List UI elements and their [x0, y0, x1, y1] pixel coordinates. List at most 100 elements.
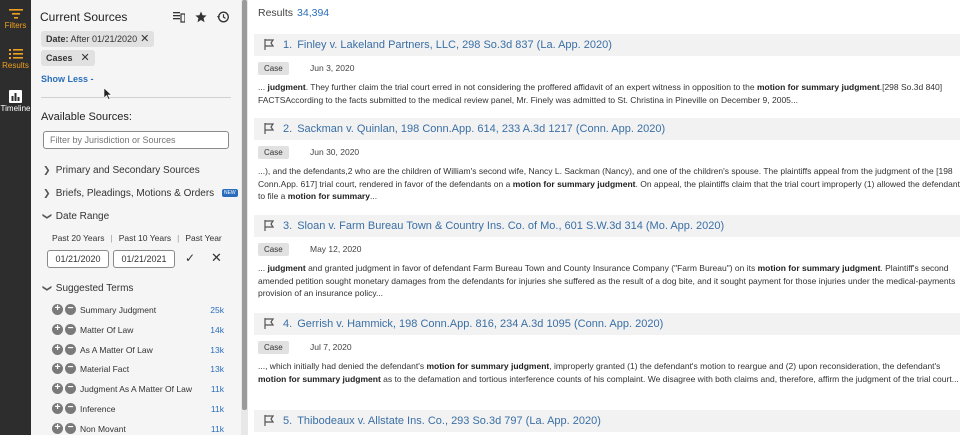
add-term-plus-icon[interactable]: + — [52, 304, 63, 315]
term-count: 25k — [210, 305, 224, 315]
result-snippet: ... judgment. They further claim the tri… — [258, 82, 943, 105]
result-title[interactable]: Sackman v. Quinlan, 198 Conn.App. 614, 2… — [297, 123, 665, 135]
add-term-plus-icon[interactable]: + — [52, 383, 63, 395]
exclude-term-minus-icon[interactable]: − — [65, 422, 76, 434]
flag-icon[interactable] — [264, 415, 274, 426]
new-badge: NEW — [221, 189, 238, 198]
result-date: Jul 7, 2020 — [310, 342, 352, 352]
term-name[interactable]: Material Fact — [80, 364, 129, 374]
flag-icon[interactable] — [264, 220, 274, 231]
term-count: 13k — [210, 364, 224, 375]
clear-filters-icon[interactable] — [173, 10, 186, 23]
rail-filters-label: Filters — [4, 21, 27, 30]
accordion-briefs[interactable]: ❯ Briefs, Pleadings, Motions & Orders NE… — [43, 188, 238, 199]
accordion-label: Date Range — [55, 211, 110, 222]
show-less-link[interactable]: Show Less - — [41, 74, 94, 84]
add-term-plus-icon[interactable]: + — [52, 323, 63, 335]
rail-timeline[interactable]: Timeline — [0, 90, 31, 130]
remove-date-filter-icon[interactable]: ✕ — [140, 31, 149, 47]
term-name[interactable]: Non Movant — [80, 424, 126, 434]
rail-results[interactable]: Results — [0, 48, 31, 88]
result-date: Jun 3, 2020 — [310, 63, 355, 73]
list-icon — [8, 49, 23, 59]
term-row: + − Summary Judgment 25k — [52, 302, 224, 322]
result-title[interactable]: Finley v. Lakeland Partners, LLC, 298 So… — [297, 39, 612, 51]
result-type-badge: Case — [258, 243, 289, 256]
result-title-link[interactable]: 3. Sloan v. Farm Bureau Town & Country In… — [283, 220, 724, 232]
preset-past-10-years[interactable]: Past 10 Years — [119, 233, 171, 243]
result-snippet: ..., which initially had denied the defe… — [258, 361, 959, 384]
term-name[interactable]: Matter Of Law — [80, 325, 133, 335]
cases-filter-chip: Cases ✕ — [41, 50, 95, 66]
term-row: + − Matter Of Law 14k — [52, 322, 224, 342]
remove-cases-filter-icon[interactable]: ✕ — [81, 50, 90, 66]
results-label: Results — [258, 7, 294, 19]
add-term-plus-icon[interactable]: + — [52, 363, 63, 375]
chevron-right-icon: ❯ — [43, 188, 51, 198]
result-snippet: ... judgment and granted judgment in fav… — [258, 263, 956, 298]
flag-icon[interactable] — [264, 39, 274, 50]
result-title-link[interactable]: 4. Gerrish v. Hammick, 198 Conn.App. 816,… — [283, 318, 663, 330]
term-count: 11k — [210, 384, 224, 395]
add-term-plus-icon[interactable]: + — [52, 422, 63, 434]
chevron-down-icon: ❯ — [42, 212, 53, 221]
scrollbar-thumb[interactable] — [242, 0, 247, 410]
panel-scrollbar[interactable] — [241, 0, 248, 435]
accordion-primary-secondary[interactable]: ❯ Primary and Secondary Sources — [43, 165, 200, 176]
result-number: 1. — [283, 39, 293, 51]
flag-icon[interactable] — [264, 318, 274, 329]
accordion-date-range[interactable]: ❯ Date Range — [42, 211, 110, 222]
exclude-term-minus-icon[interactable]: − — [65, 383, 76, 395]
result-date: May 12, 2020 — [310, 244, 362, 254]
accordion-suggested-terms[interactable]: ❯ Suggested Terms — [42, 283, 134, 294]
exclude-term-minus-icon[interactable]: − — [65, 363, 76, 375]
cases-chip-label: Cases — [46, 53, 73, 63]
exclude-term-minus-icon[interactable]: − — [65, 402, 76, 414]
date-to-input[interactable]: 01/21/2021 — [113, 250, 175, 268]
term-name[interactable]: Inference — [80, 404, 115, 414]
filter-icon — [8, 9, 23, 19]
result-number: 5. — [283, 415, 293, 427]
apply-date-check-icon[interactable]: ✓ — [185, 251, 195, 265]
add-term-plus-icon[interactable]: + — [52, 402, 63, 414]
result-type-badge: Case — [258, 146, 289, 159]
rail-filters[interactable]: Filters — [0, 8, 31, 48]
date-chip-value: After 01/21/2020 — [68, 34, 138, 44]
divider — [41, 97, 231, 98]
result-title-link[interactable]: 1. Finley v. Lakeland Partners, LLC, 298 … — [283, 39, 612, 51]
available-sources-title: Available Sources: — [41, 111, 132, 123]
term-row: + − Non Movant 11k — [52, 421, 224, 435]
rail-timeline-label: Timeline — [0, 104, 31, 113]
term-row: + − As A Matter Of Law 13k — [52, 342, 224, 362]
result-title[interactable]: Gerrish v. Hammick, 198 Conn.App. 816, 2… — [297, 318, 663, 330]
term-name[interactable]: Judgment As A Matter Of Law — [80, 384, 192, 394]
result-number: 2. — [283, 123, 293, 135]
preset-past-year[interactable]: Past Year — [185, 233, 221, 243]
add-term-plus-icon[interactable]: + — [52, 343, 63, 355]
chevron-down-icon: ❯ — [42, 284, 53, 293]
current-sources-title: Current Sources — [40, 10, 128, 24]
result-type-badge: Case — [258, 62, 289, 75]
date-filter-chip: Date: After 01/21/2020 ✕ — [41, 31, 155, 47]
result-title-link[interactable]: 5. Thibodeaux v. Allstate Ins. Co., 293 S… — [283, 415, 601, 427]
flag-icon[interactable] — [264, 123, 274, 134]
jurisdiction-filter-input[interactable] — [43, 131, 229, 149]
result-title[interactable]: Sloan v. Farm Bureau Town & Country Ins.… — [297, 220, 724, 232]
term-row: + − Judgment As A Matter Of Law 11k — [52, 381, 224, 401]
term-name[interactable]: Summary Judgment — [80, 305, 156, 315]
result-title[interactable]: Thibodeaux v. Allstate Ins. Co., 293 So.… — [297, 415, 601, 427]
term-name[interactable]: As A Matter Of Law — [80, 345, 153, 355]
exclude-term-minus-icon[interactable]: − — [65, 343, 76, 355]
preset-past-20-years[interactable]: Past 20 Years — [52, 233, 104, 243]
left-rail: Filters Results Timeline — [0, 0, 31, 435]
exclude-term-minus-icon[interactable]: − — [65, 304, 76, 315]
history-icon[interactable] — [217, 10, 229, 23]
result-snippet: ...), and the defendants,2 who are the c… — [258, 166, 960, 201]
term-count: 13k — [210, 344, 224, 355]
star-icon[interactable] — [195, 10, 207, 23]
date-from-input[interactable]: 01/21/2020 — [47, 250, 109, 268]
exclude-term-minus-icon[interactable]: − — [65, 323, 76, 335]
result-title-link[interactable]: 2. Sackman v. Quinlan, 198 Conn.App. 614,… — [283, 123, 665, 135]
mouse-cursor-icon — [104, 88, 112, 100]
clear-date-close-icon[interactable]: ✕ — [211, 250, 222, 266]
